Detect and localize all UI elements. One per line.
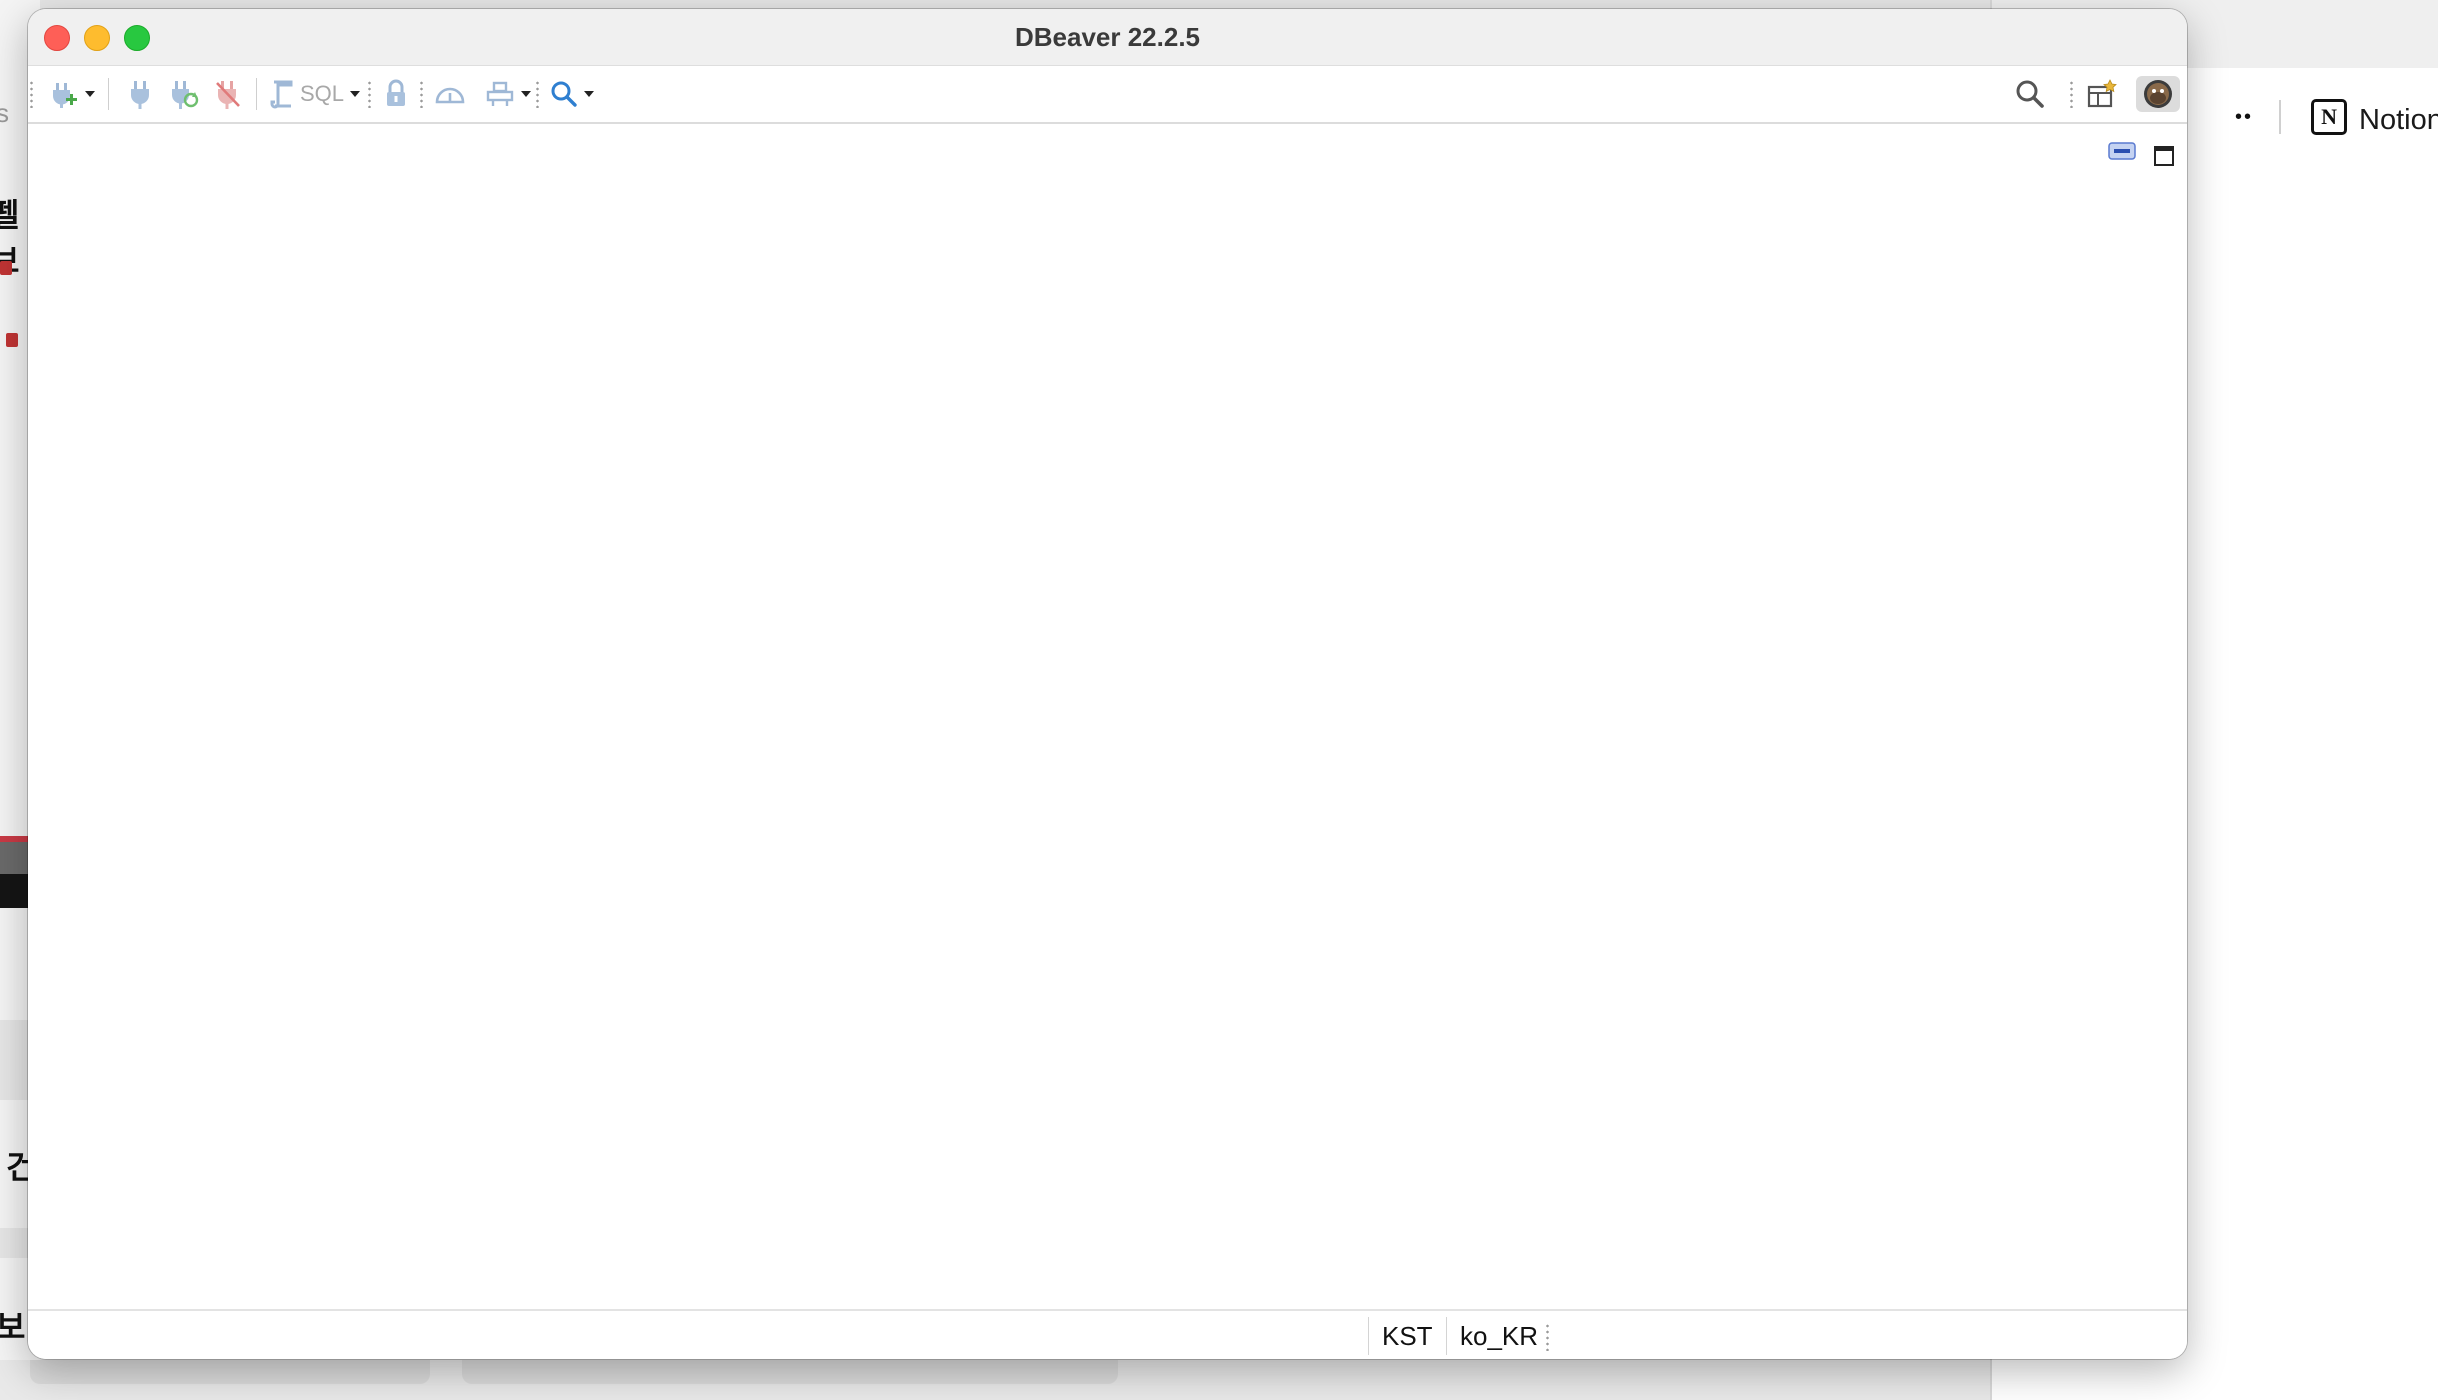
open-perspective-icon (2087, 79, 2117, 108)
background-fragment: s (0, 98, 9, 128)
global-search-icon (2016, 80, 2044, 108)
status-separator (1368, 1317, 1369, 1355)
transaction-mode-button[interactable] (378, 76, 414, 112)
background-bottom-strip (0, 1360, 1990, 1400)
sql-editor-icon (270, 80, 293, 109)
status-separator (1446, 1317, 1447, 1355)
disconnect-icon (216, 81, 240, 109)
background-red-marker (0, 261, 12, 275)
disconnect-button[interactable] (206, 76, 250, 112)
dbeaver-window: DBeaver 22.2.5 SQL KST ko_KR (28, 9, 2187, 1359)
chevron-down-icon (350, 91, 361, 97)
workspace-area (28, 124, 2187, 1309)
toolbar-grip[interactable] (420, 80, 423, 108)
toolbar-separator (108, 78, 109, 110)
more-dots-icon[interactable]: •• (2235, 106, 2253, 129)
maximize-panel-icon (2154, 146, 2174, 166)
locale-status: ko_KR (1460, 1320, 1539, 1351)
commit-mode-icon (435, 87, 465, 104)
chevron-down-icon (85, 91, 95, 97)
search-icon (551, 81, 577, 107)
reconnect-icon (172, 81, 199, 109)
background-pill (462, 1360, 1118, 1384)
new-connection-button[interactable] (42, 76, 102, 112)
new-connection-icon (53, 83, 77, 108)
chevron-down-icon (521, 91, 531, 97)
commit-mode-button[interactable] (428, 76, 472, 112)
dbeaver-perspective-button[interactable] (2136, 76, 2180, 112)
open-perspective-button[interactable] (2080, 76, 2124, 112)
search-button[interactable] (544, 76, 600, 112)
notion-tab-label: Notion 사 (2359, 104, 2438, 136)
transaction-lock-icon (387, 79, 405, 106)
background-pill (30, 1360, 430, 1384)
background-fragment: 보 (0, 1309, 26, 1345)
global-search-button[interactable] (2008, 76, 2052, 112)
notion-tab[interactable]: •• N Notion 사 (2235, 92, 2438, 142)
toolbar-grip[interactable] (536, 80, 539, 108)
chevron-down-icon (584, 91, 594, 97)
toolbar-grip[interactable] (368, 80, 371, 108)
status-grip[interactable] (1546, 1323, 1549, 1351)
toolbar-grip[interactable] (2070, 80, 2073, 108)
minimize-panel-button[interactable] (2108, 140, 2136, 164)
notion-logo-icon: N (2311, 99, 2348, 135)
divider (2279, 100, 2282, 134)
window-title: DBeaver 22.2.5 (1014, 22, 1201, 52)
reconnect-button[interactable] (162, 76, 206, 112)
minimize-panel-icon (2108, 142, 2136, 160)
tools-button[interactable] (478, 76, 538, 112)
connect-button[interactable] (118, 76, 162, 112)
maximize-panel-button[interactable] (2150, 144, 2178, 168)
sql-editor-button[interactable]: SQL (264, 76, 364, 112)
title-bar[interactable]: DBeaver 22.2.5 (28, 9, 2187, 66)
tools-icon (486, 81, 514, 106)
connect-icon (131, 81, 149, 109)
toolbar-separator (256, 78, 257, 110)
main-toolbar: SQL (28, 66, 2187, 124)
background-red-marker (6, 333, 18, 347)
sql-editor-label: SQL (299, 81, 345, 106)
status-bar: KST ko_KR (28, 1309, 2187, 1359)
timezone-status: KST (1382, 1320, 1433, 1351)
perspective-avatar-icon (2144, 80, 2172, 108)
toolbar-grip[interactable] (30, 80, 33, 108)
